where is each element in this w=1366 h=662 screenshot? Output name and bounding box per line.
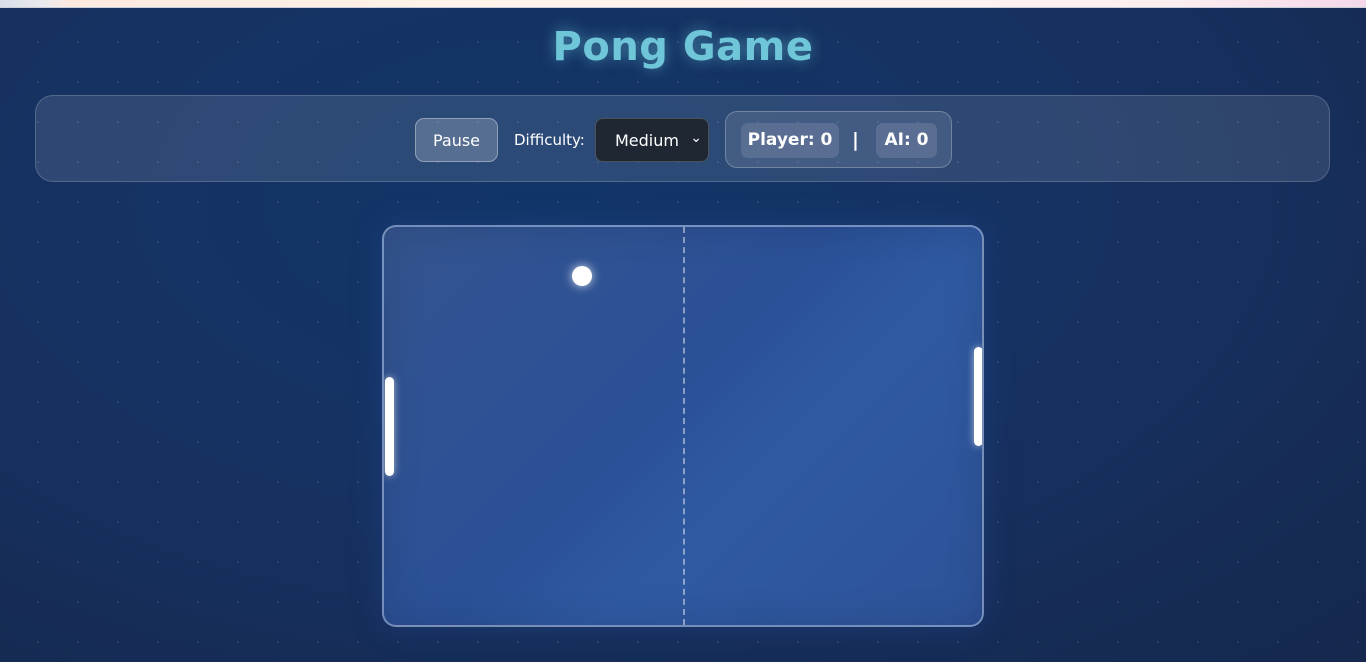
difficulty-label: Difficulty:: [514, 131, 585, 149]
scoreboard: Player: 0 | AI: 0: [725, 111, 952, 168]
difficulty-selected-value: Medium: [615, 131, 679, 150]
page-title: Pong Game: [552, 24, 814, 70]
ball: [572, 266, 592, 286]
controls-bar: Pause Difficulty: Medium ⌄ Player: 0 | A…: [35, 95, 1330, 182]
score-separator: |: [852, 129, 859, 151]
player-score: Player: 0: [741, 123, 839, 158]
center-net-line: [683, 227, 685, 625]
pause-button[interactable]: Pause: [415, 118, 498, 162]
browser-top-strip: [0, 0, 1366, 8]
game-board[interactable]: [382, 225, 984, 627]
player-paddle[interactable]: [385, 377, 394, 476]
difficulty-select[interactable]: Medium ⌄: [595, 118, 709, 162]
ai-paddle: [974, 347, 982, 446]
ai-score: AI: 0: [876, 123, 937, 158]
chevron-down-icon: ⌄: [690, 130, 702, 146]
